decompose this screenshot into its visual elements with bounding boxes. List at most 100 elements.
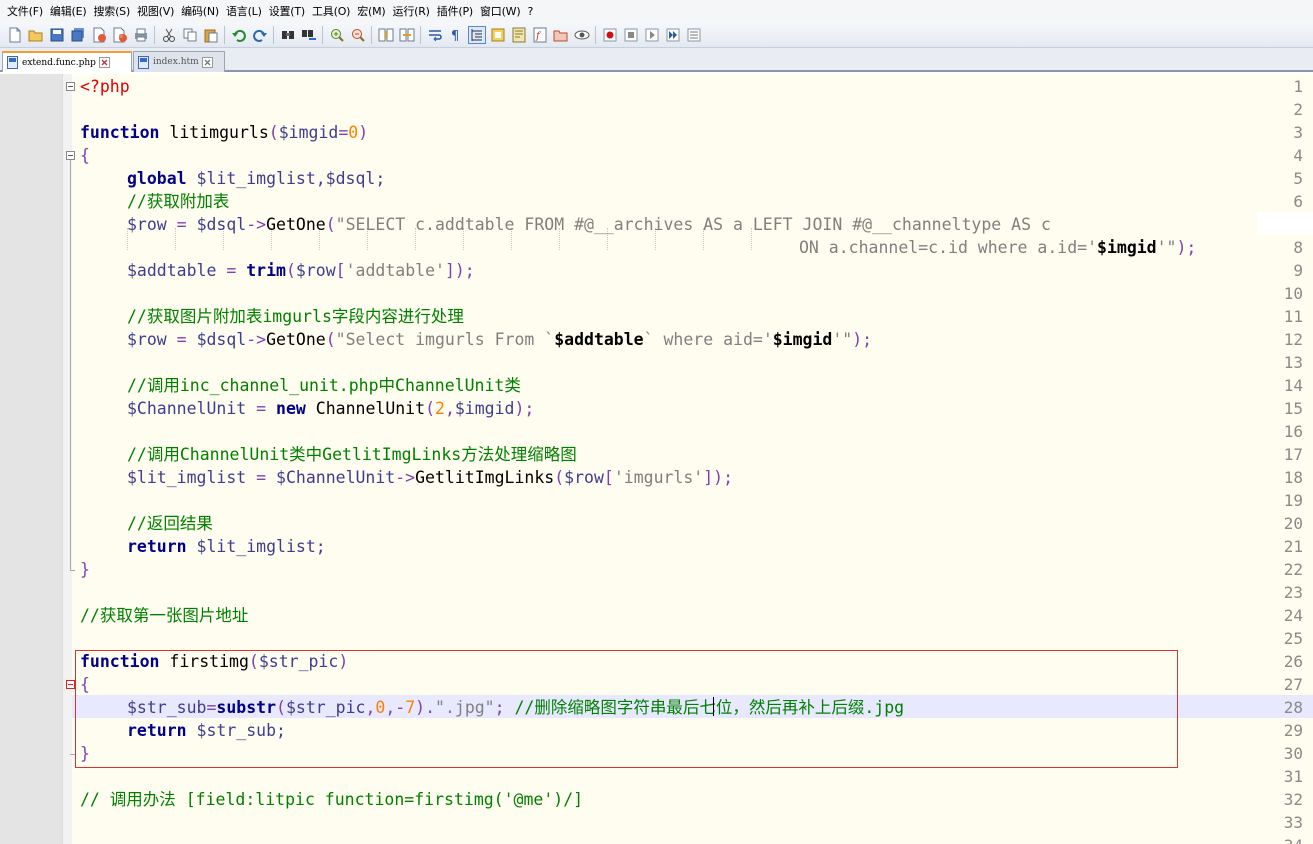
variable: $imgid	[454, 399, 515, 418]
operator: ->	[246, 215, 267, 234]
tab-index-htm[interactable]: index.htm	[133, 51, 225, 72]
variable: $ChannelUnit	[276, 468, 396, 487]
cut-icon[interactable]	[161, 27, 177, 43]
line-number: 6	[1293, 192, 1303, 211]
menu-edit[interactable]: 编辑(E)	[47, 3, 90, 19]
method-name: GetlitImgLinks	[415, 468, 555, 487]
replace-icon[interactable]	[301, 27, 317, 43]
fold-toggle-icon[interactable]	[66, 680, 75, 689]
toolbar-separator	[322, 25, 323, 44]
zoom-in-icon[interactable]	[329, 27, 345, 43]
line-number: 9	[1293, 261, 1303, 280]
fold-toggle-icon[interactable]	[66, 151, 75, 160]
menu-macro[interactable]: 宏(M)	[354, 3, 388, 19]
save-icon[interactable]	[49, 27, 65, 43]
line-number: 31	[1283, 767, 1303, 786]
doc-map-icon[interactable]	[511, 27, 527, 43]
word-wrap-icon[interactable]	[427, 27, 443, 43]
menu-view[interactable]: 视图(V)	[134, 3, 177, 19]
variable: $row	[295, 261, 336, 280]
tab-bar: extend.func.php index.htm	[0, 48, 1313, 72]
highlight-annotation-box	[75, 650, 1178, 768]
open-file-icon[interactable]	[28, 27, 44, 43]
string: '"	[832, 330, 853, 349]
menu-run[interactable]: 运行(R)	[390, 3, 433, 19]
user-language-icon[interactable]	[490, 27, 506, 43]
code-editor[interactable]: 1 2 3 4 5 6 7 8 9 10 11 12 13 14 15 16 1…	[0, 74, 1313, 844]
variable: $row	[127, 215, 167, 234]
zoom-out-icon[interactable]	[350, 27, 366, 43]
operator: );	[1176, 238, 1197, 257]
string: 'addtable'	[345, 261, 445, 280]
copy-icon[interactable]	[182, 27, 198, 43]
sync-horizontal-icon[interactable]	[399, 27, 415, 43]
sync-vertical-icon[interactable]	[378, 27, 394, 43]
close-icon[interactable]	[91, 27, 107, 43]
line-number: 3	[1293, 123, 1303, 142]
code-line: }	[80, 558, 90, 581]
line-number: 5	[1293, 169, 1303, 188]
tab-extend-func-php[interactable]: extend.func.php	[2, 51, 132, 72]
operator: =	[216, 261, 247, 280]
line-number: 14	[1283, 376, 1303, 395]
line-number: 4	[1293, 146, 1303, 165]
operator: ]);	[444, 261, 475, 280]
paste-icon[interactable]	[203, 27, 219, 43]
monitor-icon[interactable]	[574, 27, 590, 43]
close-tab-icon[interactable]	[201, 56, 213, 68]
code-line: //获取附加表	[127, 190, 229, 213]
new-file-icon[interactable]	[7, 27, 23, 43]
run-macro-multiple-icon[interactable]	[665, 27, 681, 43]
line-number: 25	[1283, 629, 1303, 648]
menu-bar: 文件(F) 编辑(E) 搜索(S) 视图(V) 编码(N) 语言(L) 设置(T…	[0, 0, 1313, 22]
code-line: $lit_imglist = $ChannelUnit->GetlitImgLi…	[127, 466, 733, 489]
line-number: 29	[1283, 721, 1303, 740]
menu-help[interactable]: ?	[524, 5, 536, 18]
code-line: {	[80, 144, 90, 167]
menu-settings[interactable]: 设置(T)	[266, 3, 308, 19]
save-macro-icon[interactable]	[686, 27, 702, 43]
interpolated-variable: $imgid	[772, 330, 833, 349]
fold-toggle-icon[interactable]	[66, 82, 75, 91]
line-number: 19	[1283, 491, 1303, 510]
tab-label: index.htm	[153, 57, 199, 67]
folder-workspace-icon[interactable]	[553, 27, 569, 43]
find-icon[interactable]	[280, 27, 296, 43]
redo-icon[interactable]	[252, 27, 268, 43]
line-number: 12	[1283, 330, 1303, 349]
operator: (	[268, 123, 279, 142]
toolbar-separator	[595, 25, 596, 44]
indent-guide-icon[interactable]	[467, 25, 486, 44]
code-line: return $lit_imglist;	[127, 535, 326, 558]
function-list-icon[interactable]: f	[532, 27, 548, 43]
menu-encoding[interactable]: 编码(N)	[178, 3, 222, 19]
undo-icon[interactable]	[231, 27, 247, 43]
toolbar-separator	[224, 25, 225, 44]
line-number: 30	[1283, 744, 1303, 763]
stop-macro-icon[interactable]	[623, 27, 639, 43]
variable: $lit_imglist;	[186, 537, 326, 556]
toolbar-separator	[420, 25, 421, 44]
close-all-icon[interactable]	[112, 27, 128, 43]
record-macro-icon[interactable]	[602, 27, 618, 43]
comment: //获取附加表	[127, 192, 230, 211]
close-tab-icon[interactable]	[98, 57, 110, 68]
operator: (	[325, 215, 336, 234]
interpolated-variable: $addtable	[554, 330, 644, 349]
menu-search[interactable]: 搜索(S)	[90, 3, 133, 19]
menu-tools[interactable]: 工具(O)	[309, 3, 353, 19]
fold-end-marker	[70, 570, 75, 571]
show-all-chars-icon[interactable]: ¶	[448, 27, 464, 43]
variable: $imgid	[278, 123, 339, 142]
line-number: 15	[1283, 399, 1303, 418]
print-icon[interactable]	[133, 27, 149, 43]
menu-plugins[interactable]: 插件(P)	[434, 3, 476, 19]
menu-language[interactable]: 语言(L)	[223, 3, 265, 19]
play-macro-icon[interactable]	[644, 27, 660, 43]
menu-window[interactable]: 窗口(W)	[477, 3, 523, 19]
save-all-icon[interactable]	[70, 27, 86, 43]
line-number: 34	[1243, 834, 1303, 844]
menu-file[interactable]: 文件(F)	[4, 3, 46, 19]
operator: (	[325, 330, 336, 349]
brace: }	[80, 560, 90, 579]
